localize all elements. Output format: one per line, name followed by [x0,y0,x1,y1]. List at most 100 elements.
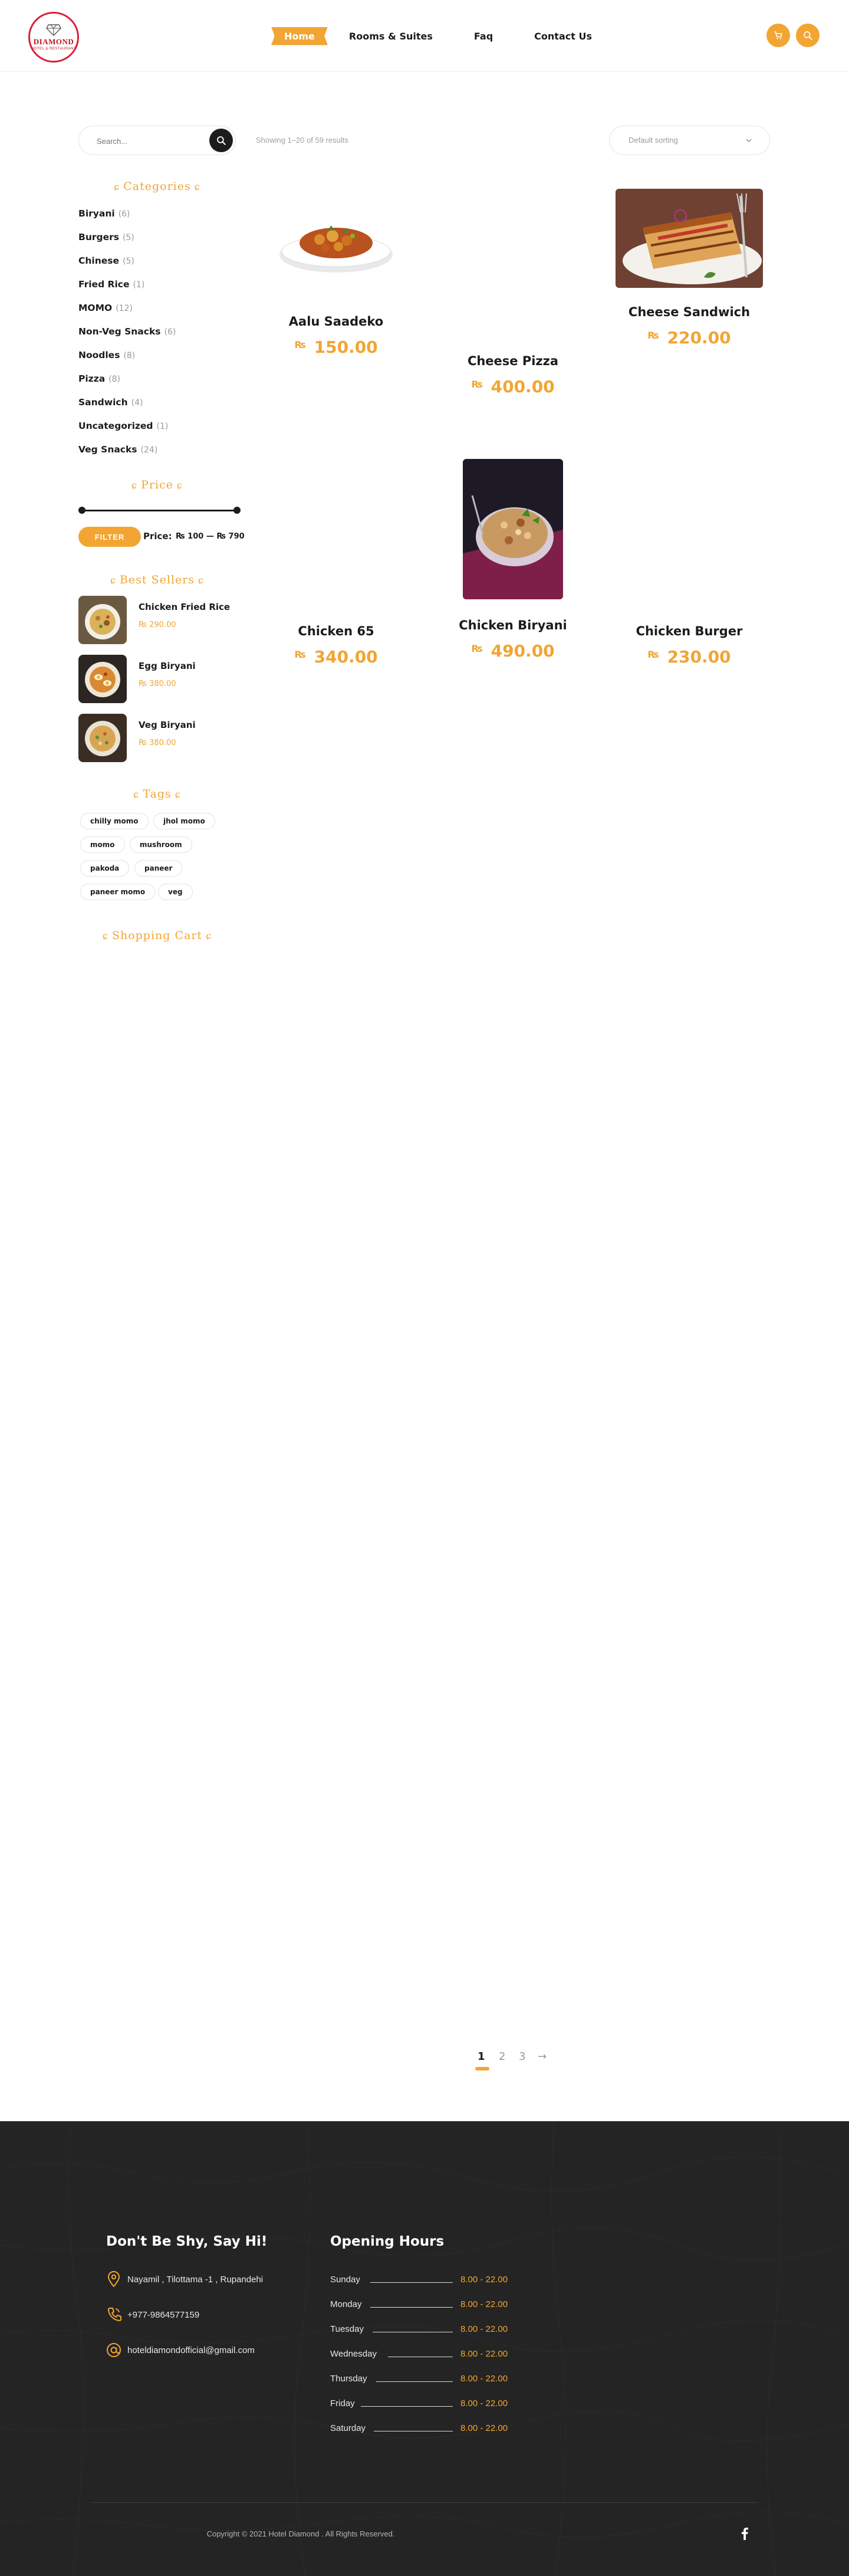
best-seller-price: ₨ 290.00 [139,621,176,629]
best-seller-image[interactable] [78,655,127,703]
product-name[interactable]: Chicken 65 [262,624,410,638]
at-sign-icon [107,2343,121,2357]
product-price: ₨ 230.00 [647,647,731,667]
best-seller-price: ₨ 380.00 [139,680,176,688]
tag-link[interactable]: chilly momo [80,813,149,829]
product-card[interactable]: Cheese Sandwich ₨ 220.00 [616,189,763,347]
category-item[interactable]: Burgers (5) [78,230,236,254]
price-range: ₨ 100 — ₨ 790 [176,532,245,541]
main-nav: Home Rooms & Suites Faq Contact Us [271,27,633,45]
best-seller-item[interactable]: Egg Biryani ₨ 380.00 [78,655,236,703]
logo-text: DIAMOND [33,37,74,46]
currency-symbol: ₨ [294,649,306,660]
logo-subtitle: HOTEL & RESTAURANT [31,47,77,51]
facebook-icon[interactable] [741,2527,749,2540]
page-1[interactable]: 1 [478,2050,485,2063]
cart-button[interactable] [766,24,790,47]
product-card[interactable]: Aalu Saadeko ₨ 150.00 [262,189,410,357]
best-seller-name[interactable]: Veg Biryani [139,720,196,730]
address-text: Nayamil , Tilottama -1 , Rupandehi [127,2275,264,2285]
hours-row: Friday 8.00 - 22.00 [330,2398,508,2408]
page-2[interactable]: 2 [499,2050,505,2063]
swirl-icon: ɕ [206,930,212,941]
product-image[interactable] [616,189,763,288]
category-item[interactable]: Fried Rice (1) [78,277,236,301]
search-input[interactable] [97,134,203,148]
search-icon [804,31,812,40]
product-name[interactable]: Chicken Biryani [439,618,587,632]
phone-icon [108,2308,121,2321]
category-item[interactable]: Veg Snacks (24) [78,442,236,466]
category-item[interactable]: Pizza (8) [78,372,236,395]
sort-dropdown[interactable]: Default sorting [609,126,770,155]
tag-link[interactable]: paneer [134,860,183,877]
price-slider[interactable] [78,506,241,514]
swirl-icon: ɕ [114,181,120,192]
category-item[interactable]: Sandwich (4) [78,395,236,419]
footer-address: Nayamil , Tilottama -1 , Rupandehi [106,2271,318,2289]
hours-row: Thursday 8.00 - 22.00 [330,2374,508,2384]
slider-max-handle[interactable] [233,507,241,514]
best-seller-image[interactable] [78,596,127,644]
category-item[interactable]: MOMO (12) [78,301,236,324]
nav-contact-us[interactable]: Contact Us [534,27,592,45]
footer-phone[interactable]: +977-9864577159 [106,2306,318,2324]
best-seller-name[interactable]: Egg Biryani [139,661,196,671]
site-header: DIAMOND HOTEL & RESTAURANT Home Rooms & … [0,0,849,72]
nav-faq[interactable]: Faq [474,27,493,45]
hours-row: Tuesday 8.00 - 22.00 [330,2324,508,2334]
cart-icon [774,31,782,40]
search-submit-button[interactable] [209,129,233,152]
footer-email[interactable]: hoteldiamondofficial@gmail.com [106,2342,318,2360]
currency-symbol: ₨ [647,330,659,341]
tag-link[interactable]: mushroom [130,836,192,853]
best-seller-image[interactable] [78,714,127,762]
price-label: Price: [143,531,172,542]
map-pin-icon [107,2271,120,2288]
product-name[interactable]: Chicken Burger [616,624,763,638]
swirl-icon: ɕ [198,575,205,586]
category-item[interactable]: Noodles (8) [78,348,236,372]
currency-symbol: ₨ [471,643,483,654]
email-text[interactable]: hoteldiamondofficial@gmail.com [127,2345,255,2355]
currency-symbol: ₨ [294,339,306,350]
product-image[interactable] [277,189,395,283]
next-page-arrow[interactable]: → [538,2050,547,2063]
best-seller-item[interactable]: Veg Biryani ₨ 380.00 [78,714,236,762]
category-item[interactable]: Chinese (5) [78,254,236,277]
best-seller-price: ₨ 380.00 [139,739,176,747]
product-name[interactable]: Cheese Pizza [439,354,587,368]
filter-button[interactable]: FILTER [78,527,141,547]
tag-link[interactable]: pakoda [80,860,130,877]
current-page-indicator [475,2067,489,2070]
tag-link[interactable]: momo [80,836,125,853]
shopping-cart-title: ɕ Shopping Cart ɕ [102,929,212,942]
page-3[interactable]: 3 [519,2050,525,2063]
hours-row: Saturday 8.00 - 22.00 [330,2423,508,2433]
best-seller-item[interactable]: Chicken Fried Rice ₨ 290.00 [78,596,236,644]
header-search-button[interactable] [796,24,820,47]
tag-link[interactable]: paneer momo [80,884,156,900]
nav-home[interactable]: Home [271,27,328,45]
price-title: ɕ Price ɕ [131,478,183,491]
category-item[interactable]: Biryani (6) [78,206,236,230]
slider-track [80,510,239,511]
category-list: Biryani (6) Burgers (5) Chinese (5) Fried R… [78,206,236,466]
slider-min-handle[interactable] [78,507,85,514]
diamond-icon [46,24,61,36]
phone-text[interactable]: +977-9864577159 [127,2310,199,2320]
product-name[interactable]: Aalu Saadeko [262,314,410,329]
category-item[interactable]: Non-Veg Snacks (6) [78,324,236,348]
best-seller-name[interactable]: Chicken Fried Rice [139,602,230,612]
tag-link[interactable]: jhol momo [153,813,215,829]
category-item[interactable]: Uncategorized (1) [78,419,236,442]
product-image[interactable] [463,459,563,599]
product-price: ₨ 220.00 [647,328,731,347]
tag-link[interactable]: veg [158,884,193,900]
product-name[interactable]: Cheese Sandwich [616,305,763,319]
swirl-icon: ɕ [102,930,108,941]
site-logo[interactable]: DIAMOND HOTEL & RESTAURANT [28,12,79,63]
nav-rooms-suites[interactable]: Rooms & Suites [349,27,433,45]
product-card[interactable]: Chicken Biryani ₨ 490.00 [439,459,587,661]
contact-heading: Don't Be Shy, Say Hi! [106,2234,268,2249]
